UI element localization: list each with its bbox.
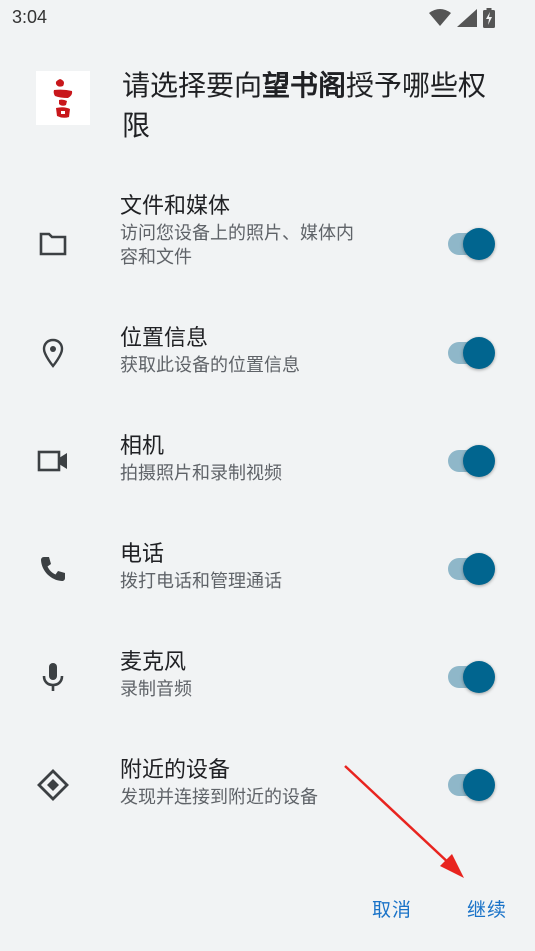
permission-prompt-title: 请选择要向望书阁授予哪些权限	[122, 66, 502, 146]
folder-icon	[36, 227, 70, 261]
prompt-prefix: 请选择要向	[122, 69, 263, 102]
permission-title: 附近的设备	[120, 758, 231, 783]
phone-icon	[36, 552, 70, 586]
permission-item-camera: 相机 拍摄照片和录制视频	[0, 432, 535, 492]
permission-toggle-microphone[interactable]	[446, 659, 496, 695]
permission-title: 电话	[120, 542, 165, 567]
permission-header: 请选择要向望书阁授予哪些权限	[0, 62, 535, 142]
app-logo-icon	[53, 79, 73, 118]
toggle-thumb	[463, 769, 495, 801]
toggle-thumb	[463, 337, 495, 369]
permission-toggle-location[interactable]	[446, 335, 496, 371]
permission-toggle-phone[interactable]	[446, 551, 496, 587]
permission-item-nearby-devices: 附近的设备 发现并连接到附近的设备	[0, 756, 535, 816]
permission-toggle-files-media[interactable]	[446, 226, 496, 262]
permission-description-line2: 容和文件	[120, 247, 192, 268]
app-name: 望书阁	[262, 69, 347, 102]
permission-description-line1: 录制音频	[120, 679, 192, 700]
status-time: 3:04	[12, 7, 48, 27]
toggle-thumb	[463, 445, 495, 477]
permission-text: 麦克风 录制音频	[120, 648, 410, 702]
permission-text: 位置信息 获取此设备的位置信息	[120, 324, 410, 378]
permission-item-files-media: 文件和媒体 访问您设备上的照片、媒体内 容和文件	[0, 192, 535, 282]
video-camera-icon	[36, 444, 70, 478]
location-pin-icon	[36, 336, 70, 370]
permission-description-line1: 访问您设备上的照片、媒体内	[120, 223, 354, 244]
wifi-icon	[429, 9, 451, 26]
permission-title: 相机	[120, 434, 165, 459]
permission-toggle-camera[interactable]	[446, 443, 496, 479]
toggle-thumb	[463, 228, 495, 260]
permission-text: 附近的设备 发现并连接到附近的设备	[120, 756, 410, 810]
permission-description-line1: 拨打电话和管理通话	[120, 571, 282, 592]
toggle-thumb	[463, 553, 495, 585]
permission-description-line1: 拍摄照片和录制视频	[120, 463, 282, 484]
permission-item-microphone: 麦克风 录制音频	[0, 648, 535, 708]
permission-title: 文件和媒体	[120, 194, 231, 219]
permission-title: 位置信息	[120, 326, 209, 351]
permission-text: 电话 拨打电话和管理通话	[120, 540, 410, 594]
dialog-actions: 取消 继续	[0, 895, 535, 935]
app-icon	[36, 71, 90, 125]
permission-title: 麦克风	[120, 650, 187, 675]
continue-button[interactable]: 继续	[467, 895, 507, 922]
cellular-signal-icon	[457, 9, 477, 27]
status-icons	[429, 8, 495, 28]
permission-text: 相机 拍摄照片和录制视频	[120, 432, 410, 486]
permission-text: 文件和媒体 访问您设备上的照片、媒体内 容和文件	[120, 192, 410, 270]
permission-description-line1: 发现并连接到附近的设备	[120, 787, 318, 808]
permission-description-line1: 获取此设备的位置信息	[120, 355, 300, 376]
permission-item-location: 位置信息 获取此设备的位置信息	[0, 324, 535, 384]
permission-toggle-nearby-devices[interactable]	[446, 767, 496, 803]
cancel-button[interactable]: 取消	[372, 895, 412, 922]
nearby-devices-icon	[36, 768, 70, 802]
permission-item-phone: 电话 拨打电话和管理通话	[0, 540, 535, 600]
microphone-icon	[36, 660, 70, 694]
status-bar: 3:04	[0, 0, 535, 36]
battery-charging-icon	[483, 8, 495, 28]
toggle-thumb	[463, 661, 495, 693]
